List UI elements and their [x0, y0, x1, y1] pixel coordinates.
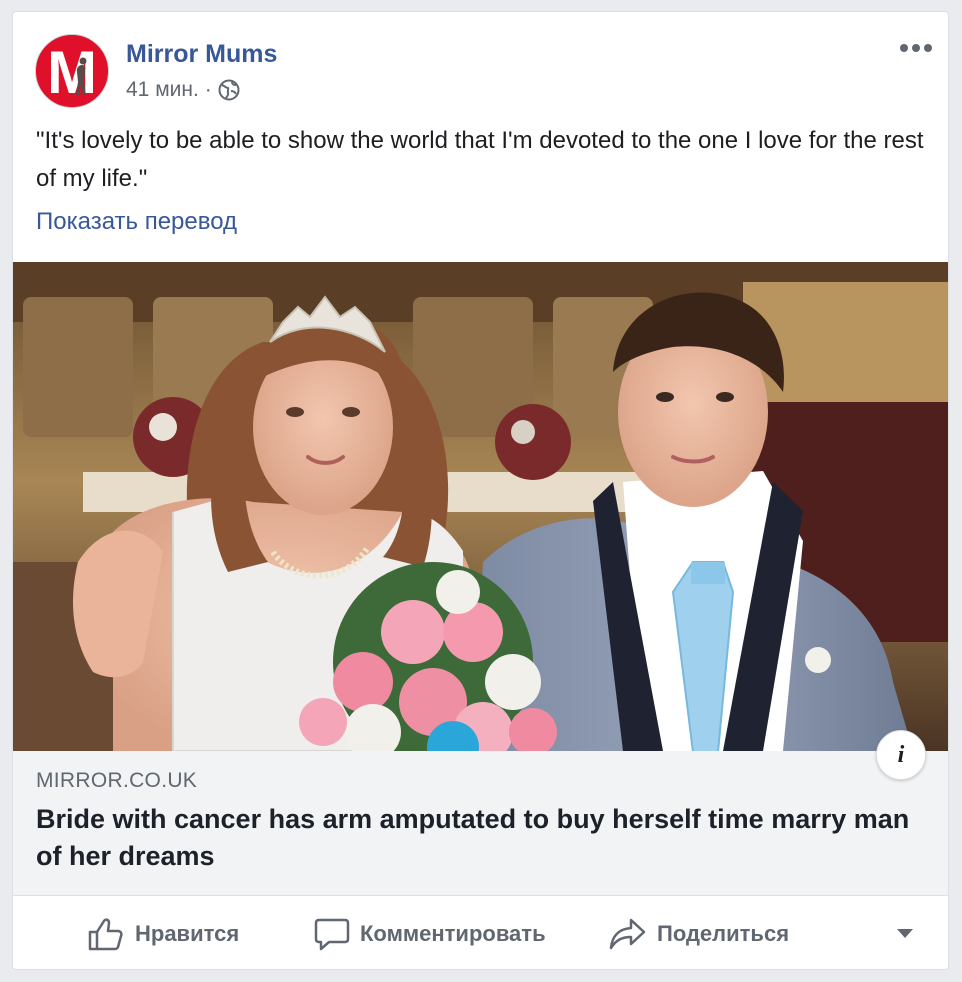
thumbs-up-icon: [88, 917, 123, 950]
link-title[interactable]: Bride with cancer has arm amputated to b…: [36, 801, 916, 875]
action-bar: Нравится Комментировать Поделиться: [13, 896, 948, 969]
chevron-down-icon[interactable]: [896, 928, 914, 940]
mirror-logo-letter: M: [47, 39, 97, 106]
info-button[interactable]: i: [876, 730, 926, 780]
page-avatar[interactable]: M: [35, 34, 109, 108]
comment-icon: [314, 918, 350, 950]
share-icon: [609, 918, 646, 949]
post-card: M Mirror Mums 41 мин. · "It's lovely to …: [12, 11, 949, 970]
post-text: "It's lovely to be able to show the worl…: [36, 127, 924, 192]
article-photo[interactable]: [13, 262, 948, 751]
comment-label: Комментировать: [360, 920, 546, 946]
link-domain: MIRROR.CO.UK: [36, 769, 198, 792]
like-button[interactable]: Нравится: [87, 896, 240, 969]
comment-button[interactable]: Комментировать: [314, 896, 546, 969]
show-translation-link[interactable]: Показать перевод: [36, 208, 237, 236]
post-meta: 41 мин. ·: [126, 78, 240, 102]
post-header: M Mirror Mums 41 мин. ·: [13, 12, 948, 112]
post-timestamp[interactable]: 41 мин.: [126, 78, 199, 102]
link-preview[interactable]: MIRROR.CO.UK Bride with cancer has arm a…: [13, 751, 948, 896]
mirror-logo-icon: M: [36, 35, 108, 107]
like-label: Нравится: [135, 920, 240, 946]
globe-icon[interactable]: [218, 79, 240, 101]
more-options-icon[interactable]: [898, 38, 934, 58]
page-name[interactable]: Mirror Mums: [126, 40, 277, 69]
share-label: Поделиться: [657, 920, 790, 946]
share-button[interactable]: Поделиться: [609, 896, 790, 969]
meta-separator: ·: [204, 78, 212, 101]
